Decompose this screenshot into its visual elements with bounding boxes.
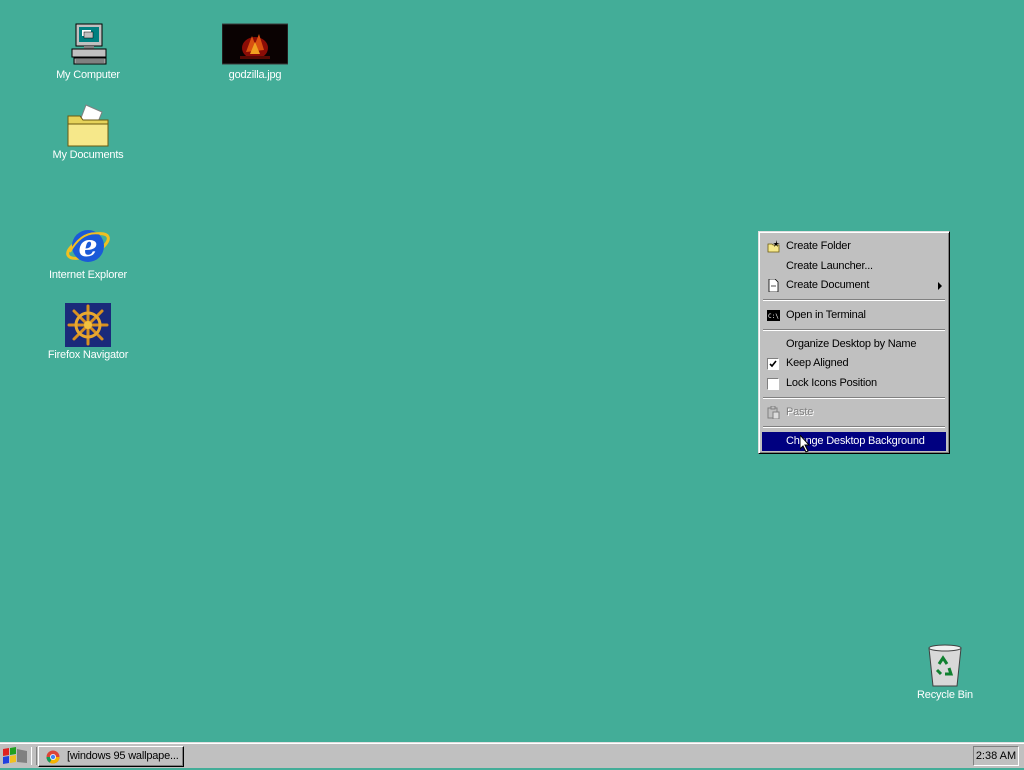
icon-label: godzilla.jpg xyxy=(228,69,282,81)
system-tray-clock[interactable]: 2:38 AM xyxy=(973,746,1019,766)
menu-separator xyxy=(763,299,945,301)
checkbox-unchecked-icon[interactable] xyxy=(767,378,779,390)
document-icon xyxy=(767,278,780,293)
desktop-icon-internet-explorer[interactable]: e Internet Explorer xyxy=(43,222,133,282)
menu-item-create-document[interactable]: Create Document xyxy=(762,276,946,295)
mouse-cursor-icon xyxy=(799,433,812,453)
icon-label: Internet Explorer xyxy=(49,269,127,281)
icon-label: My Computer xyxy=(56,69,120,81)
menu-item-keep-aligned[interactable]: Keep Aligned xyxy=(762,354,946,373)
new-folder-icon xyxy=(767,240,780,253)
checkbox-checked-icon[interactable] xyxy=(767,358,779,370)
menu-item-change-desktop-background[interactable]: Change Desktop Background xyxy=(762,432,946,451)
ship-wheel-icon xyxy=(64,302,112,348)
desktop-icon-recycle-bin[interactable]: Recycle Bin xyxy=(900,642,990,702)
icon-label: My Documents xyxy=(52,149,124,161)
menu-separator xyxy=(763,329,945,331)
svg-text:C:\: C:\ xyxy=(768,313,779,320)
desktop-icon-godzilla[interactable]: godzilla.jpg xyxy=(210,22,300,82)
paste-icon xyxy=(767,405,780,420)
folder-icon xyxy=(64,102,112,148)
image-file-icon xyxy=(221,22,289,68)
desktop-icon-my-computer[interactable]: My Computer xyxy=(43,22,133,82)
chrome-browser-icon xyxy=(46,750,60,764)
menu-separator xyxy=(763,426,945,428)
menu-item-create-folder[interactable]: Create Folder xyxy=(762,237,946,256)
menu-item-open-in-terminal[interactable]: C:\ Open in Terminal xyxy=(762,306,946,325)
menu-item-organize-desktop[interactable]: Organize Desktop by Name xyxy=(762,335,946,354)
taskbar: [windows 95 wallpape... 2:38 AM xyxy=(0,742,1024,768)
start-button[interactable] xyxy=(0,745,30,767)
computer-icon xyxy=(64,22,112,68)
taskbar-grip[interactable] xyxy=(31,747,37,765)
submenu-arrow-icon xyxy=(938,282,942,290)
icon-label: Firefox Navigator xyxy=(47,349,129,361)
terminal-icon: C:\ xyxy=(767,309,780,322)
recycle-bin-icon xyxy=(921,642,969,688)
menu-item-paste: Paste xyxy=(762,403,946,422)
menu-separator xyxy=(763,397,945,399)
windows-logo-icon xyxy=(0,745,30,767)
desktop-icon-firefox-navigator[interactable]: Firefox Navigator xyxy=(43,302,133,362)
desktop-icon-my-documents[interactable]: My Documents xyxy=(43,102,133,162)
icon-label: Recycle Bin xyxy=(917,689,973,701)
taskbar-window-button[interactable]: [windows 95 wallpape... xyxy=(38,746,184,767)
menu-item-lock-icons-position[interactable]: Lock Icons Position xyxy=(762,374,946,393)
menu-item-create-launcher[interactable]: Create Launcher... xyxy=(762,257,946,276)
internet-explorer-icon: e xyxy=(64,222,112,268)
desktop-context-menu: Create Folder Create Launcher... Create … xyxy=(758,231,950,454)
